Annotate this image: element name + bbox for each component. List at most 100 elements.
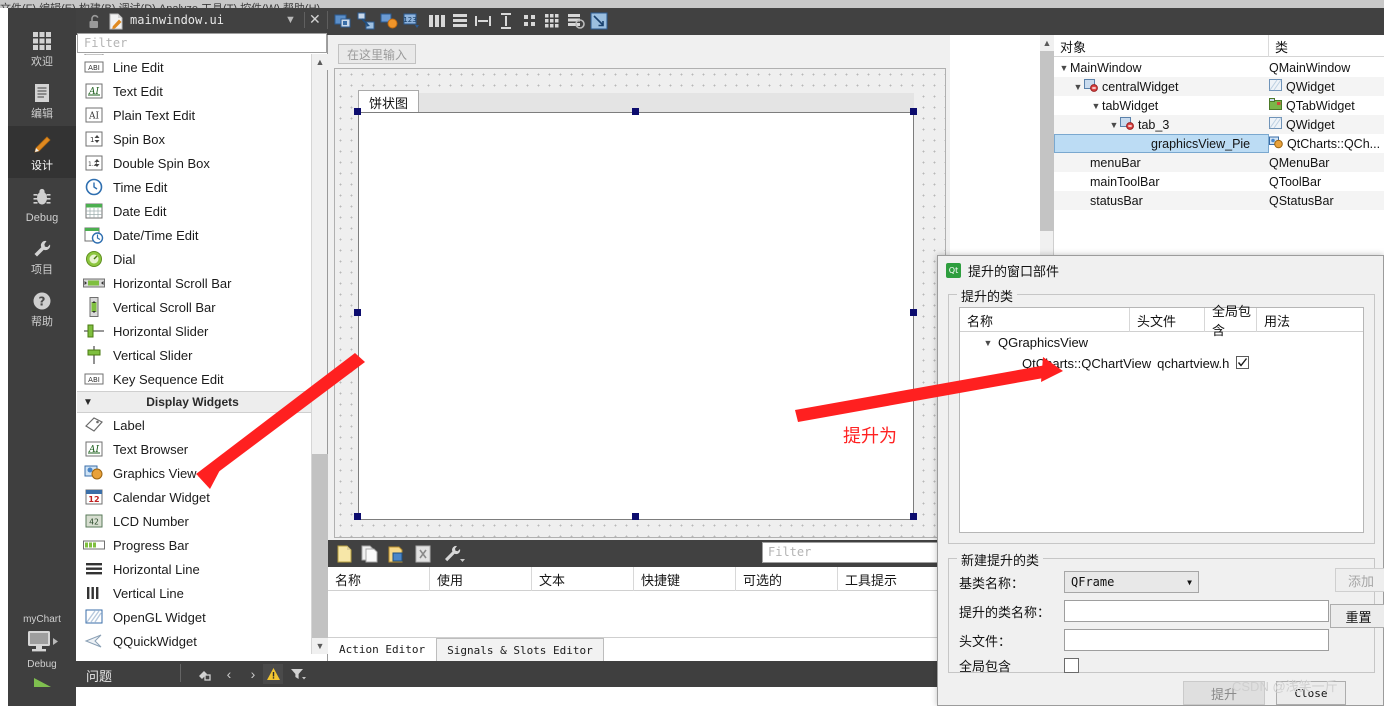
delete-action-icon[interactable] xyxy=(414,545,432,566)
mode-item-edit[interactable]: 编辑 xyxy=(8,74,76,126)
widget-box-list[interactable]: Font Combo Box ABI Line Edit AI Text Edi… xyxy=(77,54,312,654)
resize-handle-bottom[interactable] xyxy=(632,513,639,520)
mode-item-projects[interactable]: 项目 xyxy=(8,230,76,282)
edit-widgets-icon[interactable] xyxy=(334,12,352,30)
splitter-v-icon[interactable] xyxy=(497,12,515,30)
adjust-size-icon[interactable] xyxy=(590,12,608,30)
widget-item-text-edit[interactable]: AI Text Edit xyxy=(77,79,312,103)
chevron-down-icon[interactable]: ▼ xyxy=(1108,120,1120,130)
grid-layout-icon[interactable] xyxy=(544,12,562,30)
table-row[interactable]: ▼ MainWindow QMainWindow xyxy=(1054,58,1384,77)
tab-signals-slots-editor[interactable]: Signals & Slots Editor xyxy=(436,638,604,661)
widget-item-horizontal-line[interactable]: Horizontal Line xyxy=(77,557,312,581)
widget-item-date-time-edit[interactable]: Date/Time Edit xyxy=(77,223,312,247)
bottom-dock-tabs[interactable]: Action Editor Signals & Slots Editor xyxy=(328,637,950,661)
widget-box-scrollbar[interactable]: ▲ ▼ xyxy=(311,54,328,654)
chevron-down-icon[interactable]: ▼ xyxy=(1058,63,1070,73)
promoted-widgets-dialog[interactable]: Qt 提升的窗口部件 提升的类 名称 头文件 全局包含 用法 ▼ QGraphi… xyxy=(937,255,1384,706)
configure-icon[interactable] xyxy=(443,545,465,566)
layout-horizontal-icon[interactable] xyxy=(428,12,446,30)
widget-group-display-widgets[interactable]: ▼ Display Widgets xyxy=(77,391,312,413)
designer-toolbar[interactable] xyxy=(76,8,1384,35)
column-header-global-include[interactable]: 全局包含 xyxy=(1205,304,1257,338)
resize-handle-top-right[interactable] xyxy=(910,108,917,115)
widget-item-date-edit[interactable]: Date Edit xyxy=(77,199,312,223)
chevron-down-icon[interactable]: ▼ xyxy=(1072,82,1084,92)
add-button[interactable]: 添加 xyxy=(1335,568,1384,592)
resize-handle-bottom-left[interactable] xyxy=(354,513,361,520)
mode-item-help[interactable]: ? 帮助 xyxy=(8,282,76,334)
splitter-h-icon[interactable] xyxy=(474,12,492,30)
resize-handle-right[interactable] xyxy=(910,309,917,316)
object-inspector-scrollbar[interactable]: ▲ xyxy=(1040,35,1054,260)
global-include-checkbox[interactable] xyxy=(1064,658,1079,673)
column-header-used[interactable]: 使用 xyxy=(430,567,532,591)
widget-item-v-slider[interactable]: Vertical Slider xyxy=(77,343,312,367)
layout-vertical-icon[interactable] xyxy=(451,12,469,30)
new-action-icon[interactable] xyxy=(336,545,352,566)
column-header-checkable[interactable]: 可选的 xyxy=(736,567,838,591)
column-header-object[interactable]: 对象 xyxy=(1054,35,1269,57)
scroll-up-icon[interactable]: ▲ xyxy=(1040,35,1054,51)
next-icon[interactable]: › xyxy=(243,664,263,684)
widget-item-spin-box[interactable]: 1 Spin Box xyxy=(77,127,312,151)
resize-handle-bottom-right[interactable] xyxy=(910,513,917,520)
run-kit-selector[interactable]: Debug xyxy=(8,627,76,672)
column-header-text[interactable]: 文本 xyxy=(532,567,634,591)
scroll-up-icon[interactable]: ▲ xyxy=(312,54,328,70)
tab-action-editor[interactable]: Action Editor xyxy=(328,638,436,661)
table-row[interactable]: ▼ tabWidget QTabWidget xyxy=(1054,96,1384,115)
widget-item-calendar-widget[interactable]: 12 Calendar Widget xyxy=(77,485,312,509)
promoted-class-name-input[interactable] xyxy=(1064,600,1329,622)
widget-item-key-sequence-edit[interactable]: ABI Key Sequence Edit xyxy=(77,367,312,391)
buddies-icon[interactable] xyxy=(380,12,398,30)
widget-item-lcd-number[interactable]: 42 LCD Number xyxy=(77,509,312,533)
widget-item-dial[interactable]: Dial xyxy=(77,247,312,271)
column-header-name[interactable]: 名称 xyxy=(960,308,1130,332)
signals-slots-icon[interactable] xyxy=(357,12,375,30)
column-header-header-file[interactable]: 头文件 xyxy=(1130,308,1205,332)
column-header-usage[interactable]: 用法 xyxy=(1257,308,1363,332)
table-row[interactable]: QtCharts::QChartView qchartview.h xyxy=(960,353,1363,374)
scroll-down-icon[interactable]: ▼ xyxy=(312,638,328,654)
resize-handle-top[interactable] xyxy=(632,108,639,115)
table-row[interactable]: mainToolBar QToolBar xyxy=(1054,172,1384,191)
promoted-classes-table[interactable]: 名称 头文件 全局包含 用法 ▼ QGraphicsView QtCharts:… xyxy=(959,304,1364,533)
tab-order-icon[interactable]: 123 xyxy=(403,12,421,30)
issues-label[interactable]: 问题 xyxy=(86,666,112,685)
widget-item-time-edit[interactable]: Time Edit xyxy=(77,175,312,199)
table-row-selected[interactable]: graphicsView_Pie QtCharts::QCh... xyxy=(1054,134,1384,153)
issues-list[interactable] xyxy=(76,687,950,706)
mode-selector-bar[interactable]: 欢迎 编辑 设计 Debug 项目 ? 帮助 xyxy=(8,8,76,706)
widget-item-vertical-line[interactable]: Vertical Line xyxy=(77,581,312,605)
mode-item-welcome[interactable]: 欢迎 xyxy=(8,22,76,74)
paste-action-icon[interactable] xyxy=(387,545,405,566)
widget-item-line-edit[interactable]: ABI Line Edit xyxy=(77,55,312,79)
widget-item-text-browser[interactable]: AI Text Browser xyxy=(77,437,312,461)
table-row[interactable]: ▼ centralWidget QWidget xyxy=(1054,77,1384,96)
break-layout-icon[interactable] xyxy=(567,12,585,30)
tab-pie-chart[interactable]: 饼状图 xyxy=(358,90,420,113)
global-include-checkbox[interactable] xyxy=(1236,355,1250,372)
table-row[interactable]: ▼ QGraphicsView xyxy=(960,332,1363,353)
column-header-shortcut[interactable]: 快捷键 xyxy=(634,567,736,591)
chevron-down-icon[interactable]: ▼ xyxy=(285,14,296,26)
column-header-tooltip[interactable]: 工具提示 xyxy=(838,567,950,591)
open-file-name[interactable]: mainwindow.ui xyxy=(130,13,224,27)
warning-icon[interactable] xyxy=(263,664,283,684)
widget-item-progress-bar[interactable]: Progress Bar xyxy=(77,533,312,557)
widget-item-opengl-widget[interactable]: OpenGL Widget xyxy=(77,605,312,629)
mode-item-design[interactable]: 设计 xyxy=(8,126,76,178)
copy-action-icon[interactable] xyxy=(361,545,379,566)
widget-item-h-scroll-bar[interactable]: Horizontal Scroll Bar xyxy=(77,271,312,295)
graphics-view-pie-widget[interactable] xyxy=(358,112,914,520)
widget-item-qquickwidget[interactable]: QQuickWidget xyxy=(77,629,312,653)
base-class-combo[interactable]: QFrame ▼ xyxy=(1064,571,1199,593)
filter-icon[interactable] xyxy=(288,664,308,684)
resize-handle-left[interactable] xyxy=(354,309,361,316)
scrollbar-thumb[interactable] xyxy=(1040,51,1054,231)
chevron-down-icon[interactable]: ▼ xyxy=(1090,101,1102,111)
resize-handle-top-left[interactable] xyxy=(354,108,361,115)
column-header-class[interactable]: 类 xyxy=(1269,35,1384,57)
reset-button[interactable]: 重置 xyxy=(1330,604,1384,628)
